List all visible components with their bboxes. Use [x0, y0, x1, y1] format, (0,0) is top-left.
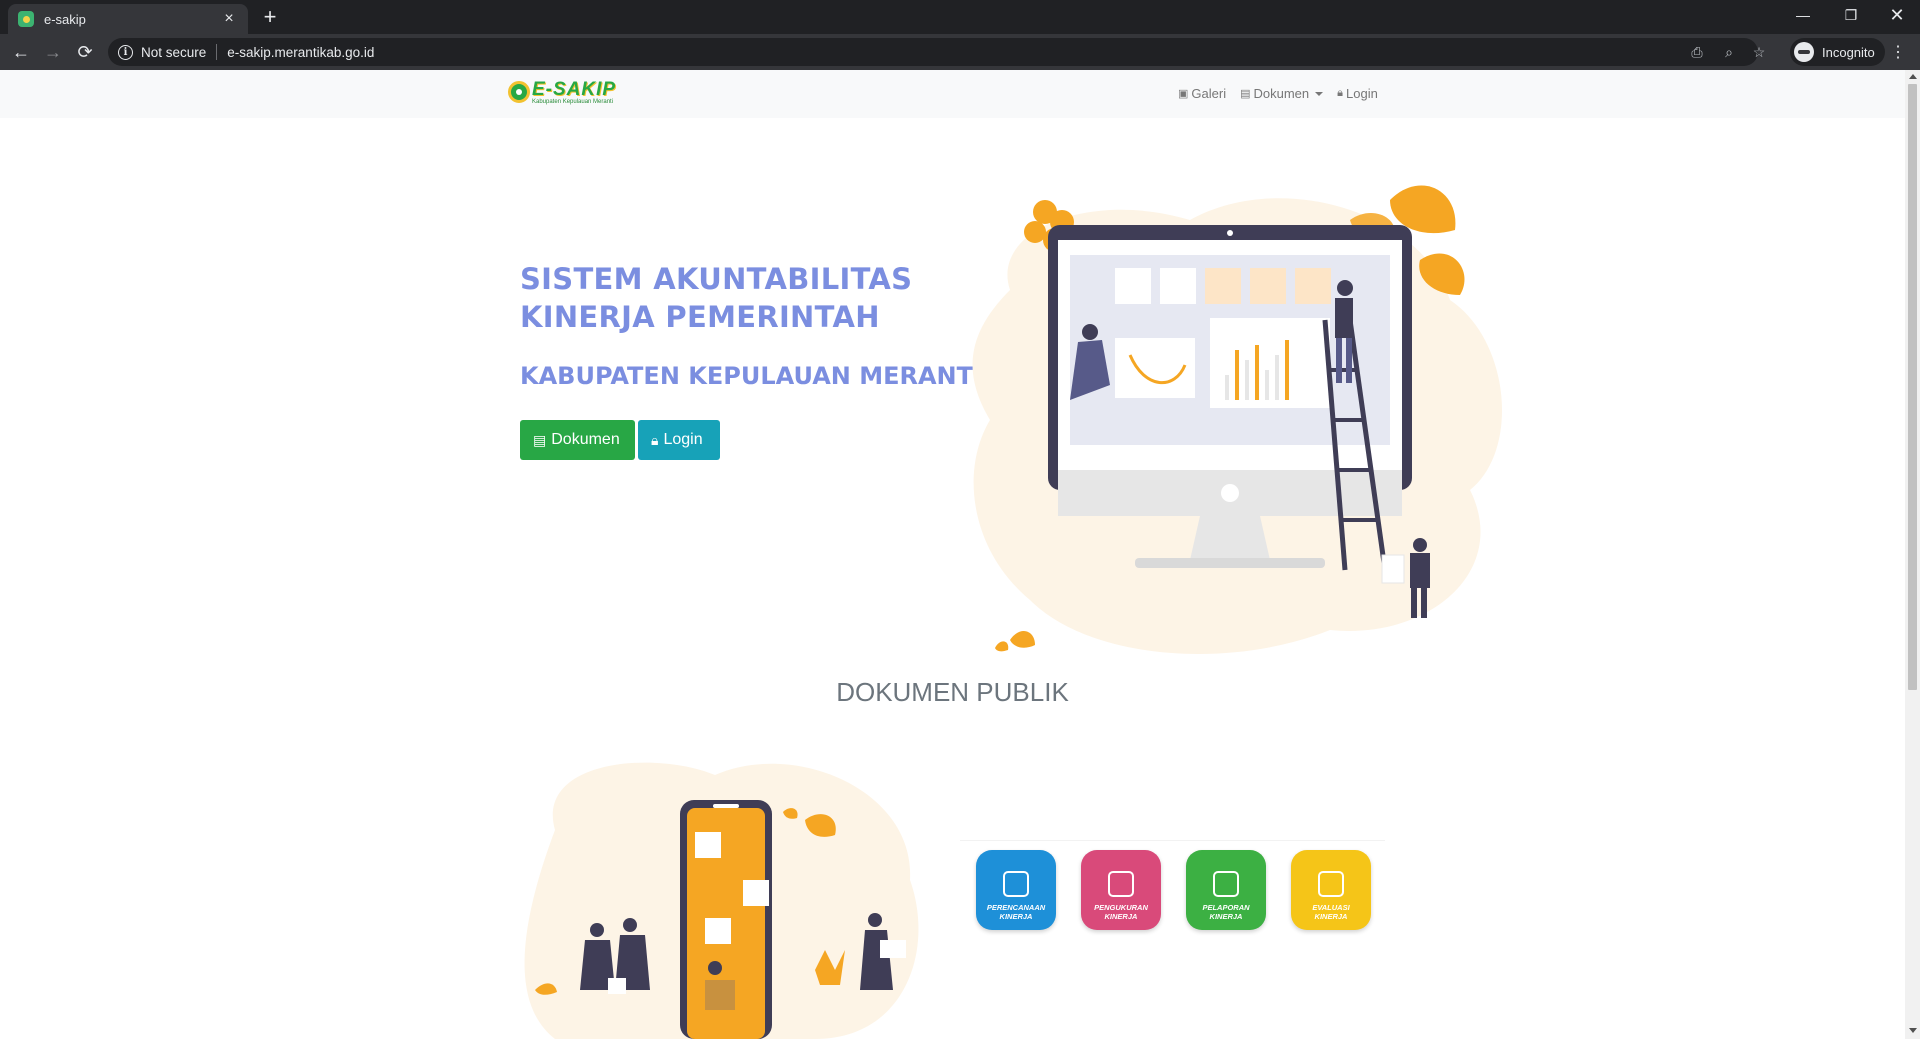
- code-monitor-icon: [1108, 871, 1134, 897]
- browser-toolbar: ← → ⟳ i Not secure e-sakip.merantikab.go…: [0, 34, 1920, 70]
- book-icon: ▤: [1240, 88, 1251, 100]
- nav-galeri-label: Galeri: [1191, 86, 1227, 101]
- translate-icon[interactable]: ⎙: [1688, 44, 1706, 60]
- calculator-icon: [1213, 871, 1239, 897]
- brand-subtitle: Kabupaten Kepulauan Meranti: [532, 99, 614, 105]
- site-navbar: E-SAKIP Kabupaten Kepulauan Meranti ▣ Ga…: [0, 70, 1905, 118]
- doc-card-pelaporan[interactable]: PELAPORAN KINERJA: [1186, 850, 1266, 930]
- login-button[interactable]: 🔒︎ Login: [638, 420, 720, 460]
- brand-logo-link[interactable]: E-SAKIP Kabupaten Kepulauan Meranti: [508, 79, 617, 106]
- handshake-icon: [1318, 871, 1344, 897]
- incognito-badge[interactable]: Incognito: [1790, 38, 1885, 66]
- nav-links: ▣ Galeri ▤ Dokumen 🔒︎ Login: [1178, 86, 1392, 101]
- caret-down-icon: [1315, 91, 1324, 96]
- page-scrollbar[interactable]: [1905, 70, 1920, 1039]
- nav-login-label: Login: [1346, 86, 1378, 101]
- address-bar[interactable]: i Not secure e-sakip.merantikab.go.id ⎙ …: [108, 38, 1765, 66]
- scroll-down-icon[interactable]: [1909, 1028, 1917, 1033]
- doc-card-label: PERENCANAAN KINERJA: [986, 903, 1046, 921]
- divider: [960, 840, 1385, 841]
- social-illustration: [524, 762, 919, 1039]
- dokumen-button-label: Dokumen: [551, 431, 620, 448]
- bookmark-star-icon[interactable]: ☆: [1750, 44, 1768, 60]
- restore-icon[interactable]: ❐: [1828, 0, 1874, 30]
- scrollbar-thumb[interactable]: [1908, 84, 1917, 690]
- tab-close-icon[interactable]: ×: [220, 10, 238, 28]
- favicon-icon: [18, 11, 34, 27]
- tab-title: e-sakip: [44, 11, 86, 27]
- info-icon[interactable]: i: [118, 44, 133, 60]
- doc-card-label: PENGUKURAN KINERJA: [1094, 903, 1148, 921]
- hero-title-line2: KINERJA PEMERINTAH: [520, 300, 880, 334]
- incognito-icon: [1794, 42, 1814, 62]
- doc-card-pengukuran[interactable]: PENGUKURAN KINERJA: [1081, 850, 1161, 930]
- lightbulb-icon: [1003, 871, 1029, 897]
- web-page: E-SAKIP Kabupaten Kepulauan Meranti ▣ Ga…: [0, 70, 1905, 1039]
- scroll-up-icon[interactable]: [1909, 74, 1917, 79]
- nav-galeri[interactable]: ▣ Galeri: [1178, 86, 1226, 101]
- hero-title: SISTEM AKUNTABILITAS KINERJA PEMERINTAH: [520, 260, 912, 336]
- book-icon: ▤: [533, 431, 547, 448]
- doc-card-perencanaan[interactable]: PERENCANAAN KINERJA: [976, 850, 1056, 930]
- close-window-icon[interactable]: ✕: [1874, 0, 1920, 30]
- nav-dokumen-dropdown[interactable]: ▤ Dokumen: [1240, 86, 1324, 101]
- nav-login[interactable]: 🔒︎ Login: [1337, 86, 1378, 101]
- hero-illustration: [972, 185, 1503, 655]
- reload-icon[interactable]: ⟳: [72, 40, 98, 64]
- back-icon[interactable]: ←: [8, 40, 34, 64]
- minimize-icon[interactable]: —: [1780, 0, 1826, 30]
- section-title: DOKUMEN PUBLIK: [836, 677, 1069, 707]
- hero-subtitle: KABUPATEN KEPULAUAN MERANTI: [520, 362, 982, 390]
- login-button-label: Login: [663, 431, 703, 448]
- browser-tab[interactable]: e-sakip ×: [8, 4, 248, 34]
- incognito-label: Incognito: [1822, 44, 1875, 60]
- image-icon: ▣: [1178, 88, 1189, 100]
- lock-icon: 🔒︎: [651, 431, 659, 448]
- doc-card-label: PELAPORAN KINERJA: [1202, 903, 1250, 921]
- menu-kebab-icon[interactable]: ⋮: [1890, 42, 1906, 62]
- hero-title-line1: SISTEM AKUNTABILITAS: [520, 262, 913, 296]
- doc-card-label: EVALUASI KINERJA: [1312, 903, 1350, 921]
- brand-title: E-SAKIP: [532, 79, 617, 100]
- zoom-icon[interactable]: ⌕: [1720, 44, 1738, 60]
- doc-card-evaluasi[interactable]: EVALUASI KINERJA: [1291, 850, 1371, 930]
- omnibox-separator: [216, 44, 218, 60]
- lock-icon: 🔒︎: [1337, 87, 1343, 99]
- forward-icon[interactable]: →: [40, 40, 66, 64]
- new-tab-button[interactable]: +: [258, 6, 282, 28]
- nav-dokumen-label: Dokumen: [1253, 86, 1310, 101]
- security-label[interactable]: Not secure: [141, 45, 206, 60]
- url-text[interactable]: e-sakip.merantikab.go.id: [227, 45, 374, 60]
- browser-tab-bar: e-sakip × + — ❐ ✕: [0, 0, 1920, 34]
- brand-emblem-icon: [508, 81, 530, 103]
- dokumen-button[interactable]: ▤ Dokumen: [520, 420, 635, 460]
